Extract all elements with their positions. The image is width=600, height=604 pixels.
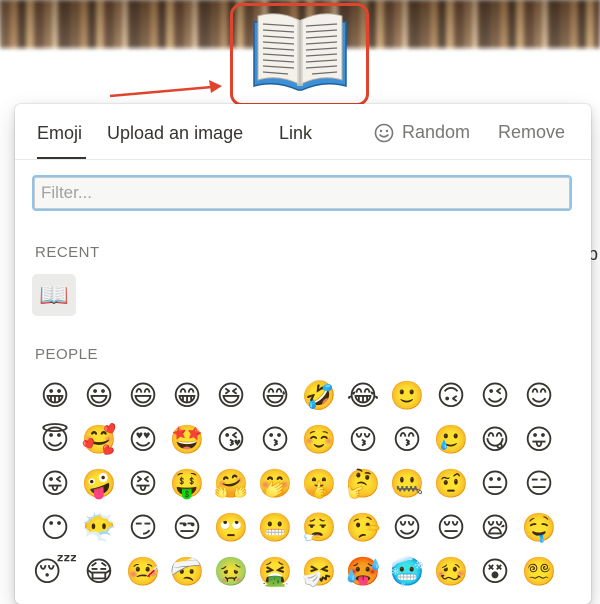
emoji-cell[interactable]: 🤕 xyxy=(165,550,209,594)
emoji-cell[interactable]: 😵‍💫 xyxy=(517,550,561,594)
emoji-cell[interactable]: 🤑 xyxy=(165,462,209,506)
emoji-cell[interactable]: 🥵 xyxy=(341,550,385,594)
emoji-cell[interactable]: 😆 xyxy=(209,374,253,418)
emoji-cell[interactable]: 🥲 xyxy=(429,418,473,462)
people-emoji-grid: 😀 😃 😄 😁 😆 😅 🤣 😂 🙂 🙃 😉 😊 😇 🥰 😍 🤩 😘 😗 ☺️ 😚 😙 🥲 😋 😛 😜 🤪 😝 🤑 🤗 🤭 🤫 🤔 🤐 🤨 😐 😑 😶 😶‍… xyxy=(33,374,591,594)
emoji-cell[interactable]: 🥴 xyxy=(429,550,473,594)
tab-emoji[interactable]: Emoji xyxy=(37,122,82,144)
emoji-cell[interactable]: 🙄 xyxy=(209,506,253,550)
annotation-arrow xyxy=(109,80,222,98)
emoji-cell[interactable]: 😵 xyxy=(473,550,517,594)
emoji-cell[interactable]: 😑 xyxy=(517,462,561,506)
emoji-cell[interactable]: 🤪 xyxy=(77,462,121,506)
icon-picker-popover: Emoji Upload an image Link Random Remove… xyxy=(15,104,591,604)
remove-button[interactable]: Remove xyxy=(498,122,565,143)
emoji-cell[interactable]: 😍 xyxy=(121,418,165,462)
emoji-cell[interactable]: 🤣 xyxy=(297,374,341,418)
emoji-cell[interactable]: 🤩 xyxy=(165,418,209,462)
emoji-cell[interactable]: 😌 xyxy=(385,506,429,550)
emoji-cell[interactable]: 😁 xyxy=(165,374,209,418)
emoji-cell[interactable]: 🤔 xyxy=(341,462,385,506)
emoji-cell[interactable]: 😅 xyxy=(253,374,297,418)
emoji-cell[interactable]: 🙃 xyxy=(429,374,473,418)
emoji-cell[interactable]: 😗 xyxy=(253,418,297,462)
emoji-cell[interactable]: 🤢 xyxy=(209,550,253,594)
emoji-cell[interactable]: 😮‍💨 xyxy=(297,506,341,550)
emoji-cell[interactable]: 🤧 xyxy=(297,550,341,594)
emoji-cell[interactable]: ☺️ xyxy=(297,418,341,462)
emoji-cell[interactable]: 😇 xyxy=(33,418,77,462)
tab-upload-image[interactable]: Upload an image xyxy=(107,122,243,144)
emoji-cell[interactable]: 😘 xyxy=(209,418,253,462)
active-tab-indicator xyxy=(37,157,86,159)
emoji-cell[interactable]: 🤭 xyxy=(253,462,297,506)
emoji-cell[interactable]: 🙂 xyxy=(385,374,429,418)
emoji-cell[interactable]: 😔 xyxy=(429,506,473,550)
emoji-cell[interactable]: 😴 xyxy=(33,550,78,594)
page-icon-highlight xyxy=(230,3,369,106)
emoji-cell[interactable]: 😉 xyxy=(473,374,517,418)
emoji-cell[interactable]: 🤫 xyxy=(297,462,341,506)
emoji-cell[interactable]: 😬 xyxy=(253,506,297,550)
emoji-cell[interactable]: 😂 xyxy=(341,374,385,418)
random-label: Random xyxy=(402,122,471,142)
emoji-cell[interactable]: 😃 xyxy=(77,374,121,418)
emoji-cell[interactable]: 😚 xyxy=(341,418,385,462)
emoji-cell[interactable]: 😒 xyxy=(165,506,209,550)
emoji-cell[interactable]: 😊 xyxy=(517,374,561,418)
filter-input[interactable] xyxy=(32,175,572,211)
emoji-cell[interactable]: 🤤 xyxy=(517,506,561,550)
emoji-cell[interactable]: 😪 xyxy=(473,506,517,550)
emoji-cell[interactable]: 🥶 xyxy=(385,550,429,594)
emoji-cell[interactable]: 😛 xyxy=(517,418,561,462)
emoji-cell[interactable]: 🥰 xyxy=(77,418,121,462)
tab-link[interactable]: Link xyxy=(279,122,312,144)
recent-section-title: RECENT xyxy=(35,244,100,261)
people-section-title: PEOPLE xyxy=(35,346,99,363)
emoji-cell[interactable]: 😷 xyxy=(77,550,121,594)
emoji-cell[interactable]: 😀 xyxy=(33,374,77,418)
emoji-cell[interactable]: 😜 xyxy=(33,462,77,506)
emoji-cell[interactable]: 😏 xyxy=(121,506,165,550)
emoji-cell[interactable]: 😶‍🌫️ xyxy=(77,506,121,550)
random-button[interactable]: Random xyxy=(374,122,470,143)
emoji-cell[interactable]: 😶 xyxy=(33,506,77,550)
emoji-cell[interactable]: 🤮 xyxy=(253,550,297,594)
emoji-cell[interactable]: 😝 xyxy=(121,462,165,506)
emoji-cell[interactable]: 😐 xyxy=(473,462,517,506)
emoji-cell[interactable]: 🤥 xyxy=(341,506,385,550)
emoji-cell[interactable]: 🤨 xyxy=(429,462,473,506)
emoji-cell[interactable]: 😋 xyxy=(473,418,517,462)
emoji-cell[interactable]: 🤐 xyxy=(385,462,429,506)
emoji-cell[interactable]: 😄 xyxy=(121,374,165,418)
recent-emoji-open-book[interactable]: 📖 xyxy=(32,274,76,316)
emoji-cell[interactable]: 🤒 xyxy=(121,550,165,594)
smiley-icon xyxy=(374,123,394,142)
picker-tab-bar: Emoji Upload an image Link Random Remove xyxy=(15,104,591,160)
emoji-cell[interactable]: 😙 xyxy=(385,418,429,462)
emoji-cell[interactable]: 🤗 xyxy=(209,462,253,506)
